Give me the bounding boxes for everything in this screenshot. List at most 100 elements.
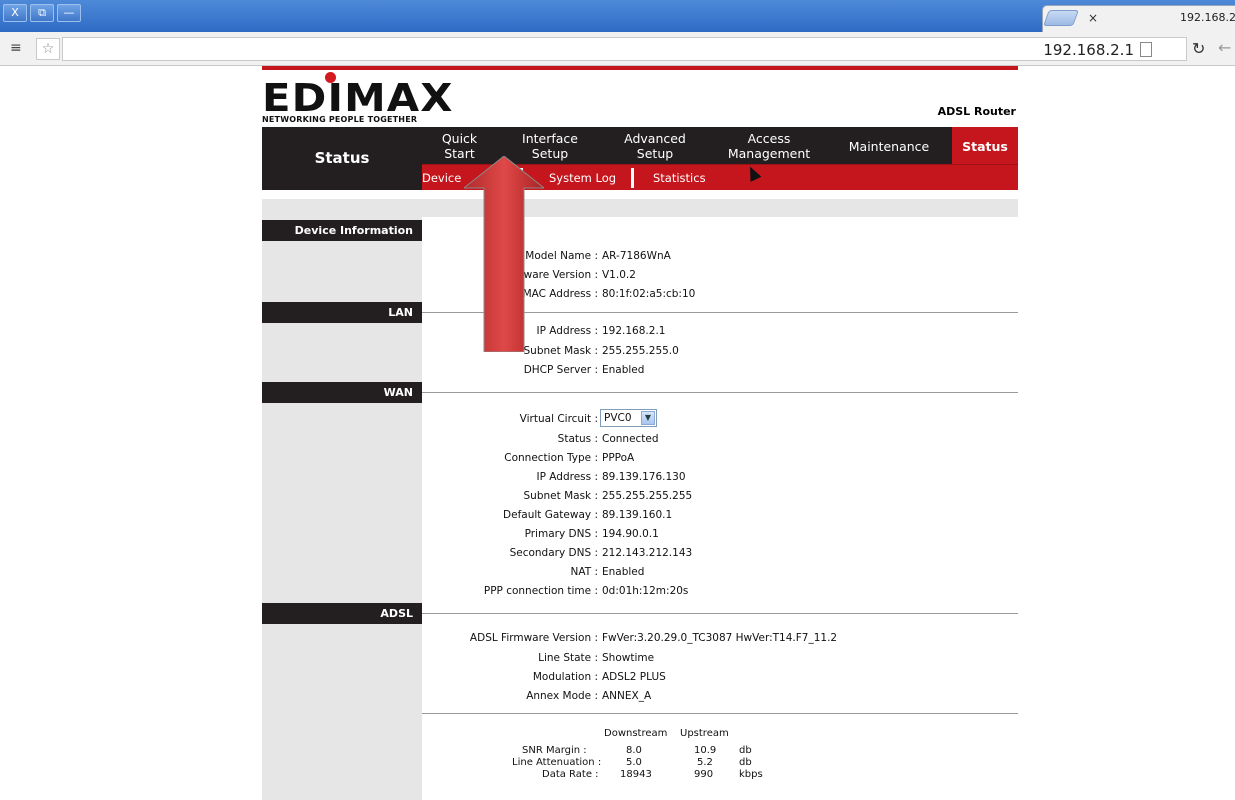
tab-label-line1: Maintenance: [848, 139, 930, 154]
row-modulation: Modulation : ADSL2 PLUS: [422, 670, 1018, 684]
row-label: Virtual Circuit :: [519, 413, 598, 425]
chevron-down-icon[interactable]: ▼: [641, 411, 655, 425]
tab-label-line2: Management: [727, 146, 811, 161]
row-label: Status :: [557, 433, 598, 445]
value-rate-down: 18943: [620, 769, 652, 780]
row-label: PPP connection time :: [483, 585, 598, 597]
tab-access-management[interactable]: Access Management: [714, 131, 824, 161]
unit-snr: db: [739, 745, 752, 756]
tab-close-icon[interactable]: ×: [1088, 11, 1098, 25]
row-value: V1.0.2: [602, 269, 636, 281]
row-secondary-dns: Secondary DNS : 212.143.212.143: [422, 546, 1018, 560]
row-wan-status: Status : Connected: [422, 432, 1018, 446]
tab-advanced-setup[interactable]: Advanced Setup: [610, 131, 700, 161]
row-value: 89.139.160.1: [602, 509, 673, 521]
restore-window-icon[interactable]: ⧉: [30, 4, 54, 22]
section-adsl: ADSL: [262, 603, 422, 624]
bookmark-star-icon[interactable]: ☆: [36, 38, 60, 60]
row-adsl-firmware: ADSL Firmware Version : FwVer:3.20.29.0_…: [422, 631, 1018, 645]
row-ppp-connection-time: PPP connection time : 0d:01h:12m:20s: [422, 584, 1018, 598]
tab-maintenance[interactable]: Maintenance: [834, 139, 944, 154]
reload-icon[interactable]: ↻: [1192, 39, 1205, 58]
row-value: ADSL2 PLUS: [602, 671, 666, 683]
subnav-system-log[interactable]: System Log: [549, 171, 616, 185]
row-label: Secondary DNS :: [509, 547, 598, 559]
address-bar[interactable]: 192.168.2.1: [62, 37, 1187, 61]
row-dhcp-server: DHCP Server : Enabled: [422, 363, 1018, 377]
menu-icon[interactable]: ≡: [10, 40, 22, 56]
row-annex-mode: Annex Mode : ANNEX_A: [422, 689, 1018, 703]
section-lan: LAN: [262, 302, 422, 323]
unit-atten: db: [739, 757, 752, 768]
row-wan-ip: IP Address : 89.139.176.130: [422, 470, 1018, 484]
nav-current-label: Status: [314, 149, 370, 167]
row-value: 194.90.0.1: [602, 528, 659, 540]
page-icon: [1140, 42, 1152, 57]
tab-title[interactable]: 192.168.2.: [1180, 11, 1235, 24]
back-icon[interactable]: ←: [1218, 38, 1231, 57]
browser-toolbar: ≡ ☆ 192.168.2.1 ↻ ←: [0, 32, 1235, 66]
value-atten-up: 5.2: [697, 757, 713, 768]
value-snr-down: 8.0: [626, 745, 642, 756]
section-divider: [422, 613, 1018, 614]
value-rate-up: 990: [694, 769, 714, 780]
row-value: FwVer:3.20.29.0_TC3087 HwVer:T14.F7_11.2: [602, 632, 838, 644]
annotation-arrow-icon: [464, 156, 544, 352]
row-virtual-circuit: Virtual Circuit : PVC0 ▼: [422, 409, 1018, 427]
new-tab-button[interactable]: [1043, 10, 1079, 26]
header-upstream: Upstream: [680, 728, 729, 739]
nav-current-section: Status: [262, 127, 422, 190]
tab-label-line1: Quick: [441, 131, 478, 146]
row-value: 212.143.212.143: [602, 547, 693, 559]
unit-rate: kbps: [739, 769, 763, 780]
row-value: 89.139.176.130: [602, 471, 686, 483]
row-label: ADSL Firmware Version :: [469, 632, 598, 644]
row-label: Modulation :: [532, 671, 598, 683]
label-line-attenuation: Line Attenuation :: [512, 757, 602, 768]
row-value: Connected: [602, 433, 659, 445]
row-nat: NAT : Enabled: [422, 565, 1018, 579]
row-value: Enabled: [602, 566, 645, 578]
row-label: IP Address :: [536, 471, 598, 483]
row-label: Default Gateway :: [503, 509, 598, 521]
row-wan-subnet: Subnet Mask : 255.255.255.255: [422, 489, 1018, 503]
select-value: PVC0: [604, 412, 632, 424]
close-window-icon[interactable]: X: [3, 4, 27, 22]
row-label: DHCP Server :: [523, 364, 598, 376]
virtual-circuit-select[interactable]: PVC0 ▼: [600, 409, 657, 427]
row-label: Primary DNS :: [524, 528, 598, 540]
minimize-window-icon[interactable]: —: [57, 4, 81, 22]
top-red-line: [262, 66, 1018, 70]
subnav-statistics[interactable]: Statistics: [653, 171, 706, 185]
row-value: PPPoA: [602, 452, 635, 464]
row-value: 255.255.255.0: [602, 345, 679, 357]
logo-dot: [325, 72, 336, 83]
row-primary-dns: Primary DNS : 194.90.0.1: [422, 527, 1018, 541]
logo-tagline: NETWORKING PEOPLE TOGETHER: [262, 115, 418, 124]
header-downstream: Downstream: [604, 728, 668, 739]
tab-label-line2: Setup: [636, 146, 674, 161]
row-label: NAT :: [570, 566, 598, 578]
row-value: Enabled: [602, 364, 645, 376]
label-snr-margin: SNR Margin :: [522, 745, 587, 756]
row-label: Subnet Mask :: [523, 490, 598, 502]
row-value: 80:1f:02:a5:cb:10: [602, 288, 696, 300]
router-page: EDIMAX NETWORKING PEOPLE TOGETHER ADSL R…: [262, 66, 1018, 800]
section-divider: [422, 392, 1018, 393]
tab-label-line1: Status: [962, 139, 1008, 154]
tab-status[interactable]: Status: [952, 127, 1018, 164]
value-atten-down: 5.0: [626, 757, 642, 768]
row-value: 192.168.2.1: [602, 325, 666, 337]
subnav-device[interactable]: Device: [422, 171, 461, 185]
tab-label-line1: Advanced: [624, 131, 686, 146]
subnav-separator: [631, 168, 634, 188]
window-titlebar: X ⧉ — × 192.168.2.: [0, 0, 1235, 33]
row-label: IP Address :: [536, 325, 598, 337]
row-value: Showtime: [602, 652, 655, 664]
row-connection-type: Connection Type : PPPoA: [422, 451, 1018, 465]
address-text[interactable]: 192.168.2.1: [1043, 41, 1134, 59]
product-name: ADSL Router: [937, 105, 1016, 118]
row-value: 255.255.255.255: [602, 490, 693, 502]
value-snr-up: 10.9: [694, 745, 717, 756]
row-label: Line State :: [538, 652, 598, 664]
